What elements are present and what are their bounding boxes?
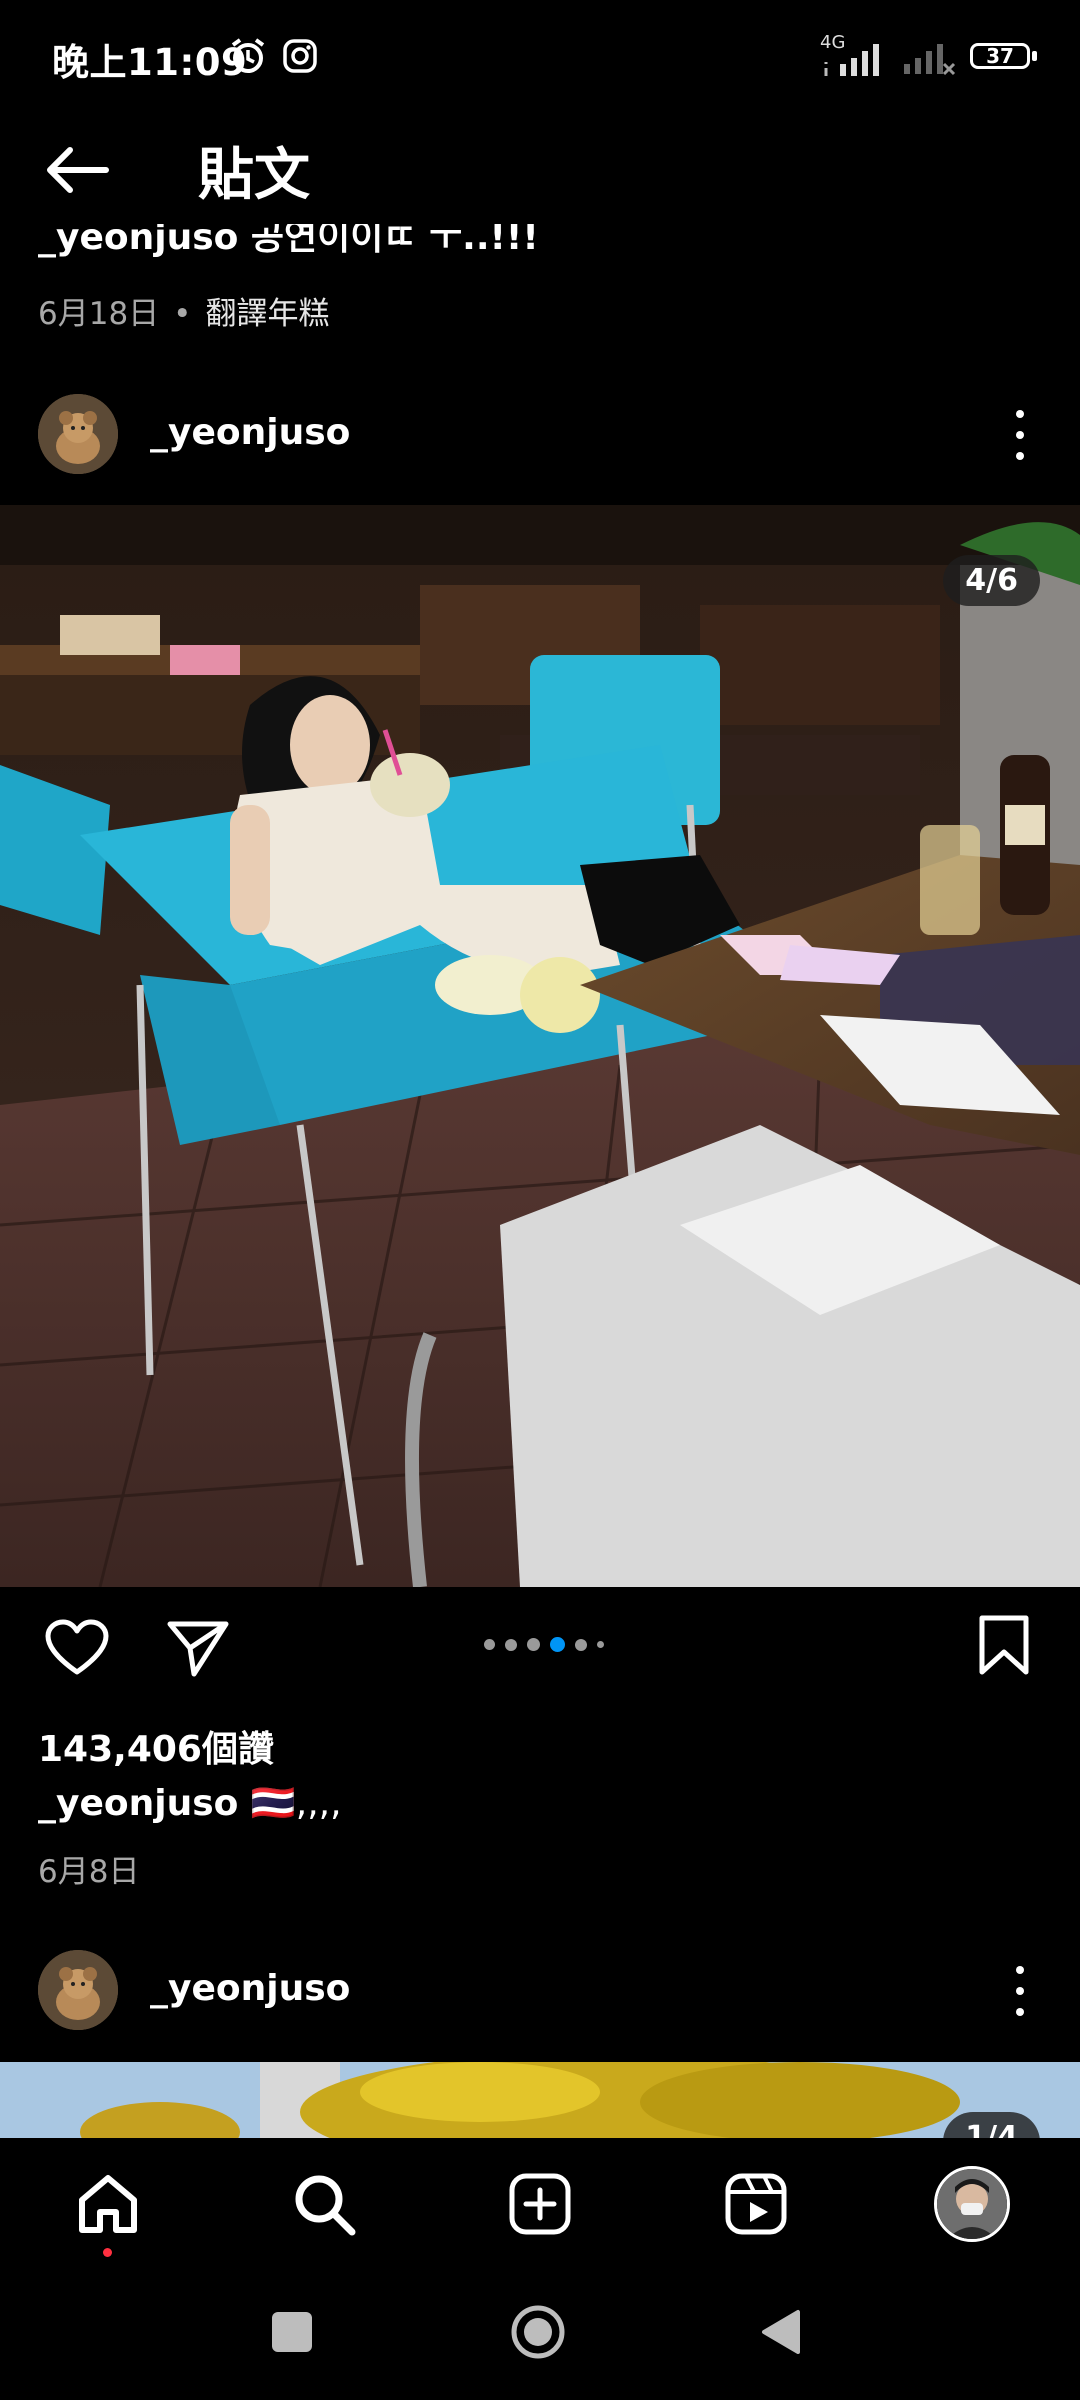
post-author-avatar[interactable] [38, 394, 118, 474]
carousel-dot [597, 1641, 604, 1648]
next-post-author-username[interactable]: _yeonjuso [150, 1968, 350, 2009]
carousel-dot [484, 1639, 495, 1650]
caption-text: ,,,, [295, 1783, 342, 1824]
heart-icon [45, 1619, 109, 1675]
carousel-dot [527, 1638, 540, 1651]
page-title: 貼文 [198, 143, 310, 208]
post-more-options-icon[interactable] [1010, 410, 1030, 460]
bookmark-icon [979, 1615, 1029, 1675]
triangle-back-icon [762, 2310, 800, 2354]
nav-profile-avatar[interactable] [934, 2166, 1010, 2242]
carousel-dot [575, 1638, 587, 1651]
carousel-indicator [484, 1637, 604, 1652]
like-count[interactable]: 143,406個讚 [38, 1720, 274, 1772]
status-time: 晚上11:09 [52, 41, 248, 84]
signal-2-icon [900, 36, 956, 80]
post-image[interactable] [0, 505, 1080, 1587]
post-date: 6月8日 [38, 1854, 140, 1890]
previous-post-caption[interactable]: _yeonjuso 공연이이ㄸ ㅜ..!!! [38, 224, 638, 262]
caption-flag: 🇹🇭 [250, 1783, 296, 1824]
instagram-notification-icon [282, 38, 318, 78]
battery-icon: 37 [970, 43, 1040, 73]
battery-level: 37 [986, 44, 1014, 68]
system-navigation-bar [0, 2268, 1080, 2400]
translate-link[interactable]: 翻譯年糕 [205, 296, 329, 332]
share-button[interactable] [166, 1618, 230, 1682]
next-post-author-avatar[interactable] [38, 1950, 118, 2030]
save-button[interactable] [976, 1614, 1032, 1682]
back-button[interactable] [40, 140, 116, 200]
next-post-more-options-icon[interactable] [1010, 1966, 1030, 2016]
recent-apps-button[interactable] [272, 2312, 312, 2352]
like-button[interactable] [44, 1618, 110, 1682]
signal-icon: 4G [820, 32, 886, 78]
search-icon [295, 2175, 356, 2236]
status-indicators: 4G 37 [820, 32, 1040, 80]
next-post-photo-illustration [0, 2062, 1080, 2142]
caption-username[interactable]: _yeonjuso [38, 1783, 238, 1824]
carousel-dot [505, 1638, 517, 1651]
back-system-button[interactable] [758, 2308, 802, 2360]
post-author-username[interactable]: _yeonjuso [150, 412, 350, 453]
home-system-button[interactable] [510, 2304, 566, 2364]
alarm-icon [228, 36, 268, 80]
reels-icon [725, 2173, 787, 2235]
previous-post-date: 6月18日 [38, 296, 160, 332]
bottom-navigation [0, 2138, 1080, 2268]
previous-post-caption-text: _yeonjuso 공연이이ㄸ ㅜ..!!! [38, 224, 539, 258]
post-caption: _yeonjuso 🇹🇭,,,, [38, 1782, 342, 1824]
create-icon [509, 2173, 571, 2235]
status-bar: 晚上11:09 4G 37 [0, 0, 1080, 110]
previous-post-meta: 6月18日 • 翻譯年糕 [38, 288, 329, 333]
meta-separator: • [173, 296, 192, 332]
home-icon [79, 2175, 137, 2233]
nav-reels[interactable] [724, 2172, 788, 2240]
nav-create[interactable] [508, 2172, 572, 2240]
nav-search[interactable] [292, 2172, 356, 2240]
nav-home[interactable] [76, 2172, 140, 2257]
paper-plane-icon [167, 1621, 229, 1677]
home-notification-dot [103, 2248, 112, 2257]
next-post-image[interactable] [0, 2062, 1080, 2142]
carousel-dot-active [550, 1637, 565, 1652]
arrow-left-icon [47, 147, 109, 193]
post-photo-illustration [0, 505, 1080, 1587]
image-counter: 4/6 [943, 555, 1040, 606]
circle-home-icon [511, 2305, 565, 2359]
